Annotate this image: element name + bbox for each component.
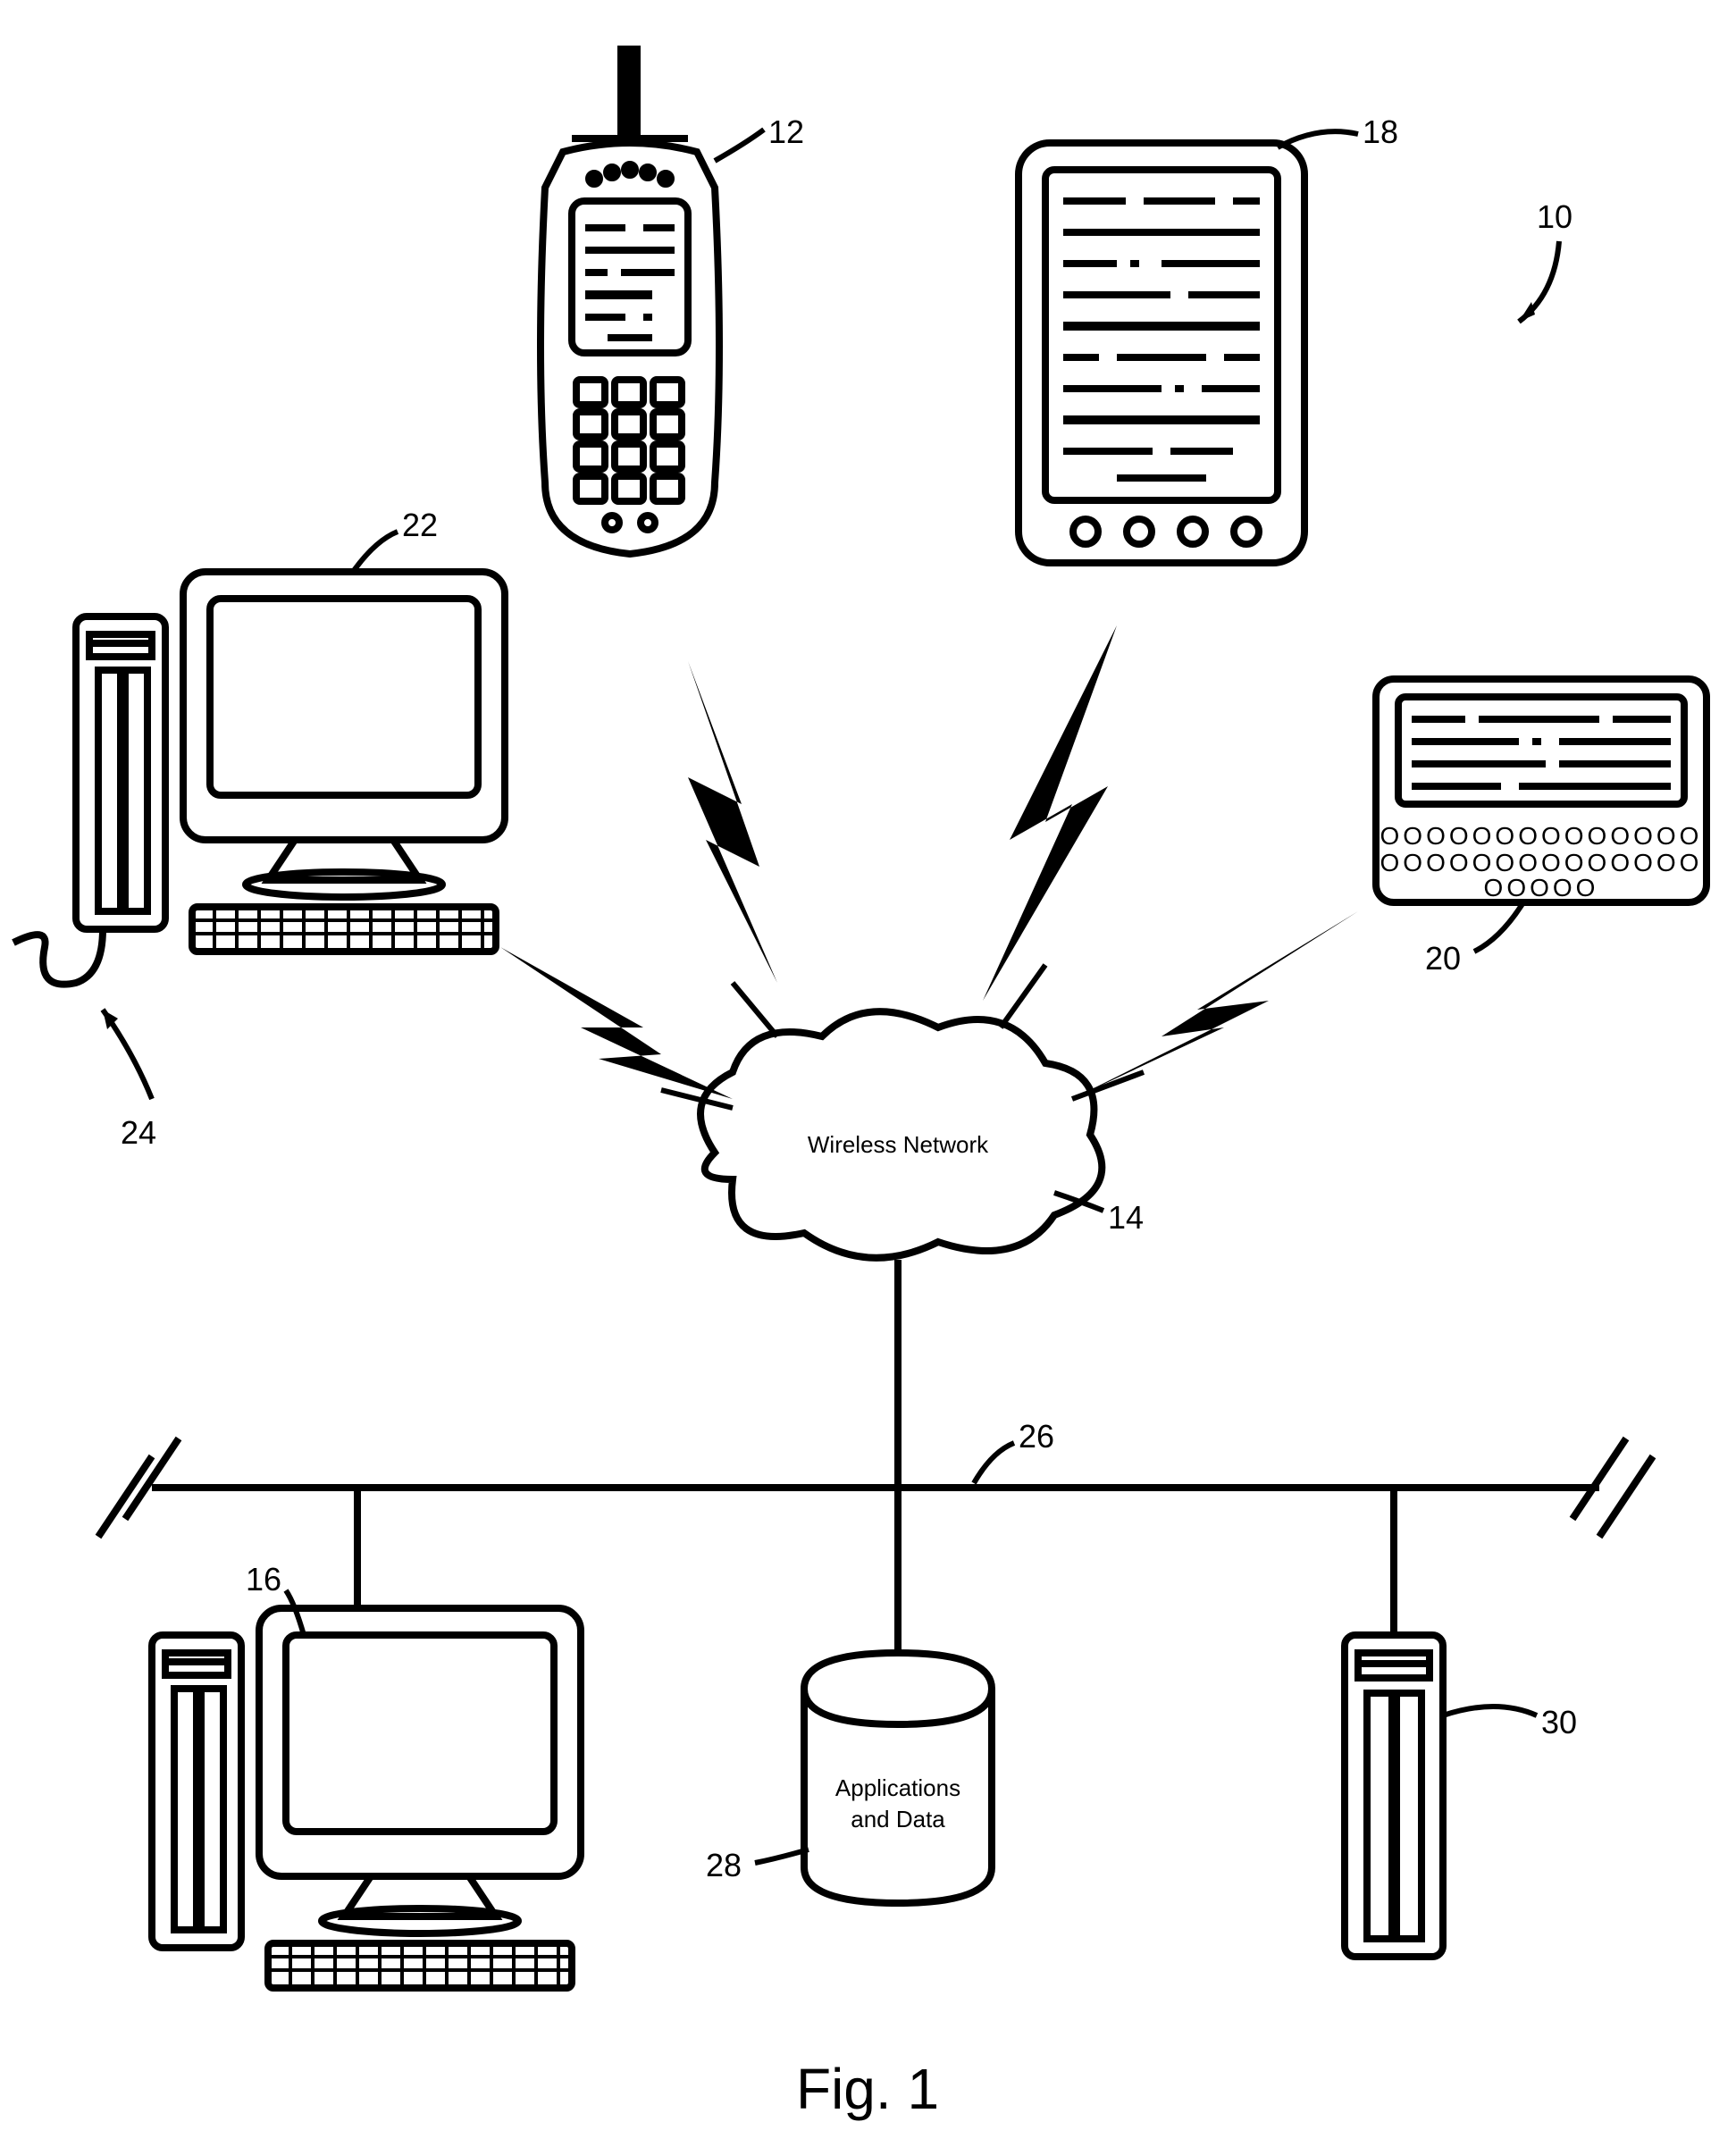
tablet-icon [1019, 143, 1304, 563]
ref-db: 28 [706, 1847, 742, 1883]
ref-tablet: 18 [1363, 113, 1398, 150]
ref-pc-lower: 16 [246, 1561, 281, 1598]
server-icon [1345, 1635, 1443, 1957]
network-bus [98, 1438, 1653, 1537]
db-label-1: Applications [835, 1774, 960, 1801]
ref-wired: 24 [121, 1114, 156, 1151]
cloud-label: Wireless Network [808, 1131, 989, 1158]
ref-system: 10 [1537, 198, 1572, 235]
svg-text:OOOOO: OOOOO [1484, 874, 1599, 902]
mobile-phone-icon [541, 49, 719, 554]
ref-cloud: 14 [1108, 1199, 1144, 1236]
ref-phone: 12 [768, 113, 804, 150]
figure-caption: Fig. 1 [796, 2057, 939, 2121]
svg-text:OOOOOOOOOOOOOO: OOOOOOOOOOOOOO [1380, 849, 1703, 876]
db-label-2: and Data [851, 1806, 945, 1832]
ref-server: 30 [1541, 1704, 1577, 1740]
svg-text:OOOOOOOOOOOOOO: OOOOOOOOOOOOOO [1380, 822, 1703, 850]
desktop-lower-icon [152, 1608, 581, 1988]
ref-pager: 20 [1425, 940, 1461, 977]
desktop-upper-icon [13, 572, 505, 985]
figure-diagram: 12 18 10 [0, 0, 1736, 2147]
ref-pc-upper: 22 [402, 507, 438, 543]
ref-bus: 26 [1019, 1418, 1054, 1455]
